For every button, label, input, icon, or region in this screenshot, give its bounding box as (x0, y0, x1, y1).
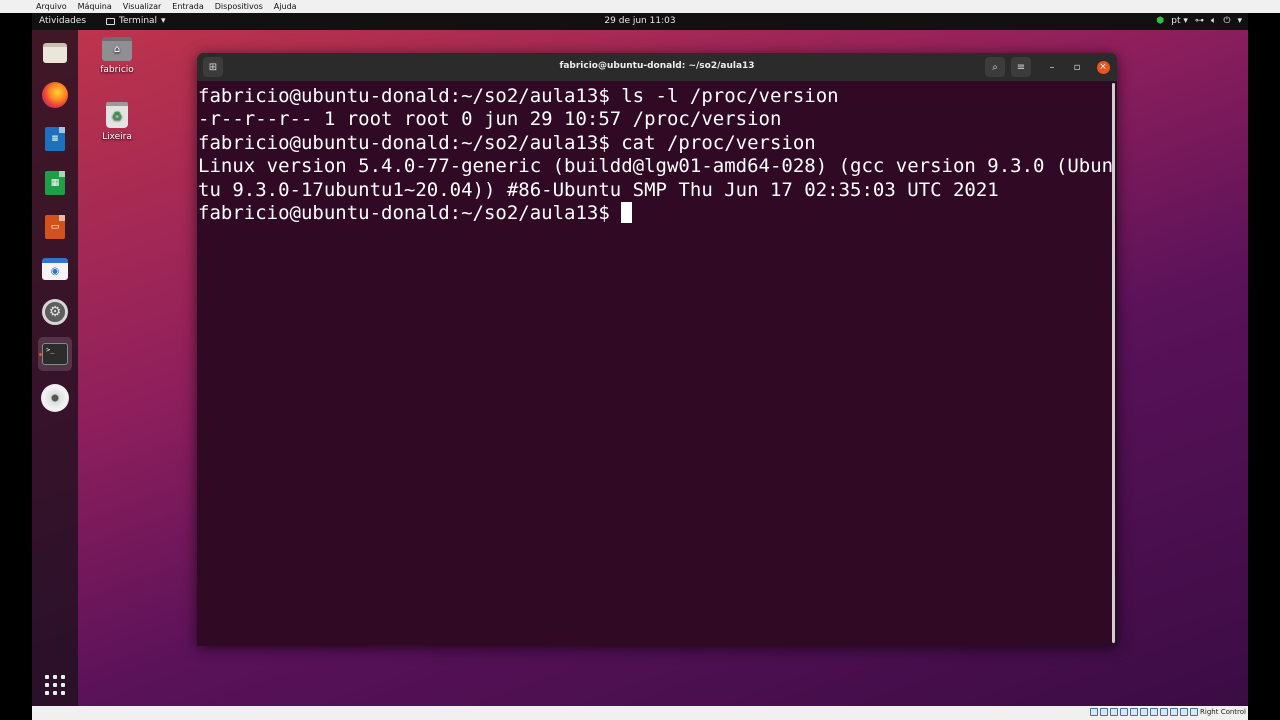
search-icon: ⌕ (992, 61, 998, 73)
vbox-statusbar: Right Control (32, 706, 1248, 720)
show-applications-button[interactable] (38, 668, 72, 702)
settings-gear-icon: ⚙ (42, 299, 68, 325)
terminal-line: -r--r--r-- 1 root root 0 jun 29 10:57 /p… (198, 108, 782, 131)
dock-item-files[interactable] (38, 36, 72, 70)
mouse-integration-icon[interactable] (1180, 708, 1189, 716)
system-tray: ⬢ pt ▾ ⊶ 🔈︎ ⏻ ▾ (1156, 15, 1242, 27)
clock-container: 29 de jun 11:03 (32, 16, 1248, 26)
chevron-down-icon: ▾ (161, 16, 166, 26)
maximize-button[interactable]: ▫ (1067, 57, 1087, 77)
running-indicator (39, 353, 42, 356)
trash-icon: ♻ (106, 102, 128, 128)
vbox-menu-arquivo[interactable]: Arquivo (36, 2, 67, 11)
volume-icon[interactable]: 🔈︎ (1211, 15, 1216, 27)
gnome-top-bar: Atividades Terminal ▾ 29 de jun 11:03 ⬢ … (32, 13, 1248, 30)
audio-icon[interactable] (1110, 708, 1119, 716)
vbox-menu-ajuda[interactable]: Ajuda (274, 2, 297, 11)
keyboard-layout-indicator[interactable]: pt ▾ (1171, 16, 1188, 26)
terminal-window[interactable]: ⊞ fabricio@ubuntu-donald: ~/so2/aula13 ⌕… (197, 53, 1117, 646)
desktop-home-label: fabricio (100, 65, 134, 75)
app-menu-button[interactable]: Terminal ▾ (106, 16, 166, 26)
host-key-label: Right Control (1200, 708, 1246, 716)
app-grid-icon (45, 675, 65, 695)
terminal-output[interactable]: fabricio@ubuntu-donald:~/so2/aula13$ ls … (197, 81, 1114, 646)
optical-drive-icon[interactable] (1100, 708, 1109, 716)
desktop-home-folder[interactable]: ⌂ fabricio (87, 37, 147, 75)
cpu-icon[interactable] (1170, 708, 1179, 716)
optical-disc-icon (41, 384, 69, 412)
minimize-icon: – (1049, 61, 1055, 73)
close-button[interactable]: × (1093, 57, 1113, 77)
libreoffice-impress-icon: ▭ (45, 215, 65, 239)
dock-item-calc[interactable]: ▦ (38, 166, 72, 200)
terminal-small-icon (106, 17, 115, 25)
app-menu-label: Terminal (119, 16, 158, 26)
terminal-prompt-line[interactable]: fabricio@ubuntu-donald:~/so2/aula13$ (198, 201, 1111, 225)
software-store-icon: ◉ (42, 258, 68, 280)
keyboard-layout-label: pt (1171, 16, 1181, 26)
hamburger-menu-icon: ≡ (1016, 61, 1026, 73)
text-cursor (621, 201, 633, 223)
usb-icon[interactable] (1130, 708, 1139, 716)
dock-item-settings[interactable]: ⚙ (38, 295, 72, 329)
vbox-menu-dispositivos[interactable]: Dispositivos (215, 2, 263, 11)
network-adapter-icon[interactable] (1120, 708, 1129, 716)
desktop-trash[interactable]: ♻ Lixeira (87, 102, 147, 142)
harddisk-icon[interactable] (1090, 708, 1099, 716)
terminal-icon: >_ (42, 343, 68, 365)
window-titlebar[interactable]: ⊞ fabricio@ubuntu-donald: ~/so2/aula13 ⌕… (197, 53, 1117, 81)
hamburger-menu-button[interactable]: ≡ (1011, 57, 1031, 77)
dock-item-terminal[interactable]: >_ (38, 337, 72, 371)
window-title: fabricio@ubuntu-donald: ~/so2/aula13 (559, 61, 755, 71)
dock-item-impress[interactable]: ▭ (38, 210, 72, 244)
chevron-down-icon: ▾ (1183, 16, 1188, 26)
maximize-icon: ▫ (1073, 61, 1081, 73)
vbox-menu-maquina[interactable]: Máquina (78, 2, 112, 11)
search-button[interactable]: ⌕ (985, 57, 1005, 77)
power-icon[interactable]: ⏻ (1223, 15, 1230, 27)
close-icon: × (1096, 60, 1110, 74)
dock: ≡ ▦ ▭ ◉ ⚙ >_ (32, 30, 78, 706)
recording-icon[interactable] (1160, 708, 1169, 716)
home-folder-icon: ⌂ (102, 37, 132, 61)
activities-button[interactable]: Atividades (39, 16, 86, 26)
dock-item-disc[interactable] (38, 381, 72, 415)
terminal-line: Linux version 5.4.0-77-generic (buildd@l… (198, 155, 1114, 178)
files-icon (43, 43, 67, 63)
vbox-menu-visualizar[interactable]: Visualizar (123, 2, 162, 11)
chevron-down-icon[interactable]: ▾ (1237, 15, 1242, 27)
dock-item-firefox[interactable] (38, 78, 72, 112)
vbox-menu-entrada[interactable]: Entrada (172, 2, 203, 11)
libreoffice-writer-icon: ≡ (45, 127, 65, 151)
terminal-prompt: fabricio@ubuntu-donald:~/so2/aula13$ (198, 201, 622, 224)
libreoffice-calc-icon: ▦ (45, 171, 65, 195)
minimize-button[interactable]: – (1042, 57, 1062, 77)
display-icon[interactable] (1150, 708, 1159, 716)
dock-item-software[interactable]: ◉ (38, 252, 72, 286)
terminal-line: tu 9.3.0-17ubuntu1~20.04)) #86-Ubuntu SM… (198, 178, 999, 201)
dock-item-writer[interactable]: ≡ (38, 122, 72, 156)
shield-icon[interactable]: ⬢ (1156, 15, 1164, 27)
clock-button[interactable]: 29 de jun 11:03 (604, 16, 675, 26)
terminal-scrollbar[interactable] (1112, 83, 1115, 643)
terminal-line: fabricio@ubuntu-donald:~/so2/aula13$ ls … (198, 85, 839, 107)
network-icon[interactable]: ⊶ (1195, 15, 1204, 27)
firefox-icon (42, 82, 68, 108)
vbox-menubar: Arquivo Máquina Visualizar Entrada Dispo… (0, 0, 1280, 13)
vbox-status-icons: Right Control (1090, 708, 1246, 716)
keyboard-capture-icon[interactable] (1190, 708, 1199, 716)
desktop-trash-label: Lixeira (102, 132, 132, 142)
terminal-line: fabricio@ubuntu-donald:~/so2/aula13$ cat… (198, 131, 816, 154)
guest-desktop: Atividades Terminal ▾ 29 de jun 11:03 ⬢ … (32, 13, 1248, 706)
shared-folders-icon[interactable] (1140, 708, 1149, 716)
